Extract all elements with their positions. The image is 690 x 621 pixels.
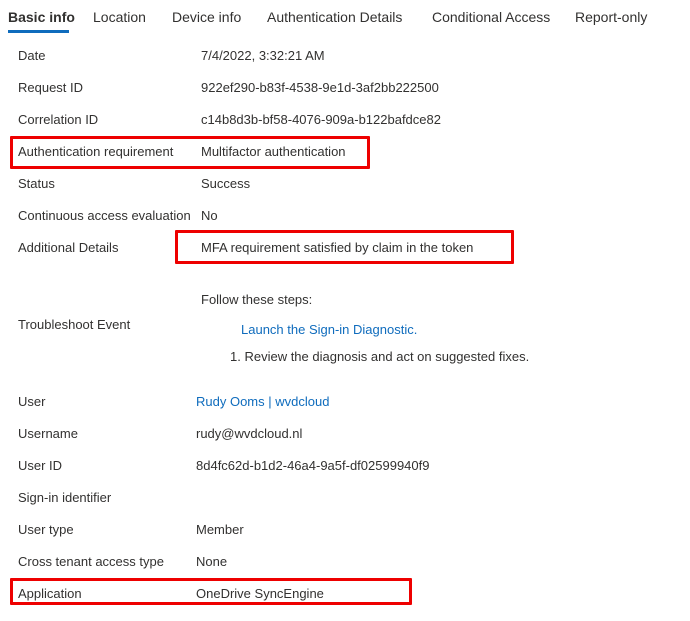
- request-id-value: 922ef290-b83f-4538-9e1d-3af2bb222500: [201, 80, 439, 95]
- correlation-id-label: Correlation ID: [18, 112, 99, 127]
- status-label: Status: [18, 176, 55, 191]
- user-id-label: User ID: [18, 458, 63, 473]
- cae-value: No: [201, 208, 218, 223]
- tab-report-only[interactable]: Report-only: [575, 9, 647, 25]
- user-type-label: User type: [18, 522, 74, 537]
- cae-label: Continuous access evaluation: [18, 208, 191, 223]
- tab-device-info[interactable]: Device info: [172, 9, 241, 25]
- troubleshoot-intro: Follow these steps:: [201, 292, 313, 307]
- tab-basic-info[interactable]: Basic info: [8, 9, 75, 25]
- highlight-box-auth-requirement: [10, 136, 370, 169]
- highlight-box-application: [10, 578, 412, 605]
- status-value: Success: [201, 176, 251, 191]
- user-type-value: Member: [196, 522, 244, 537]
- signin-identifier-label: Sign-in identifier: [18, 490, 112, 505]
- user-label: User: [18, 394, 46, 409]
- username-value: rudy@wvdcloud.nl: [196, 426, 303, 441]
- highlight-box-additional-details: [175, 230, 514, 264]
- tab-location[interactable]: Location: [93, 9, 146, 25]
- cross-tenant-value: None: [196, 554, 228, 569]
- user-id-value: 8d4fc62d-b1d2-46a4-9a5f-df02599940f9: [196, 458, 430, 473]
- correlation-id-value: c14b8d3b-bf58-4076-909a-b122bafdce82: [201, 112, 441, 127]
- sign-in-diagnostic-link[interactable]: Launch the Sign-in Diagnostic.: [241, 322, 417, 337]
- troubleshoot-step: 1. Review the diagnosis and act on sugge…: [230, 349, 530, 364]
- date-value: 7/4/2022, 3:32:21 AM: [201, 48, 325, 63]
- username-label: Username: [18, 426, 78, 441]
- active-tab-indicator: [8, 30, 69, 33]
- cross-tenant-label: Cross tenant access type: [18, 554, 164, 569]
- tab-conditional-access[interactable]: Conditional Access: [432, 9, 550, 25]
- user-link[interactable]: Rudy Ooms | wvdcloud: [196, 394, 329, 409]
- tab-bar: Basic info Location Device info Authenti…: [0, 0, 690, 36]
- troubleshoot-label: Troubleshoot Event: [18, 317, 131, 332]
- date-label: Date: [18, 48, 46, 63]
- request-id-label: Request ID: [18, 80, 84, 95]
- tab-authentication-details[interactable]: Authentication Details: [267, 9, 402, 25]
- additional-details-label: Additional Details: [18, 240, 119, 255]
